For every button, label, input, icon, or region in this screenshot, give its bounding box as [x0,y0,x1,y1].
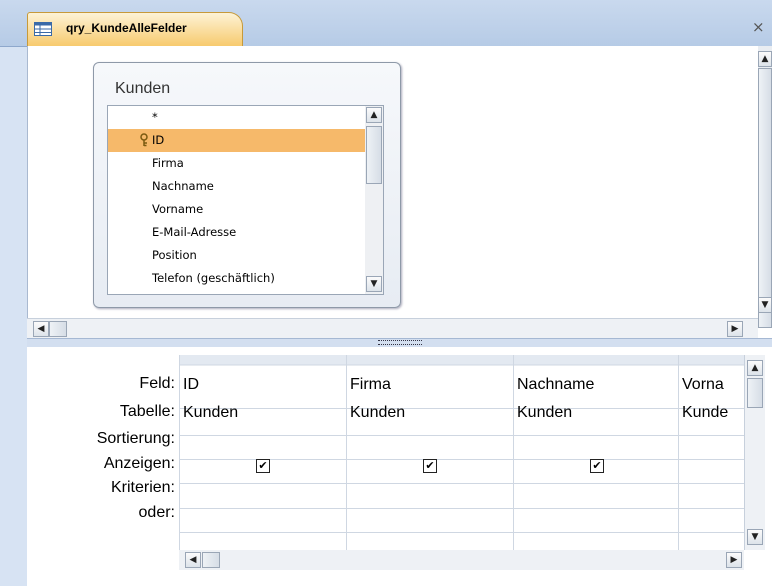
grid-cell-table[interactable]: Kunden [183,404,238,422]
grid-vertical-scrollbar[interactable]: ▲ ▼ [744,355,765,550]
table-box-title: Kunden [115,80,171,97]
field-list-item[interactable]: Telefon (geschäftlich) [108,267,366,290]
scroll-thumb[interactable] [758,68,772,328]
field-list-item-label: Nachname [152,179,214,193]
row-label-field: Feld: [139,375,175,392]
field-list-item[interactable]: Position [108,244,366,267]
scroll-down-icon[interactable]: ▼ [366,276,382,292]
scroll-up-icon[interactable]: ▲ [758,51,772,67]
scroll-down-icon[interactable]: ▼ [747,529,763,545]
query-icon [34,22,52,36]
close-icon[interactable]: × [752,18,765,36]
field-list[interactable]: * ID Firma Nachname Vorname E-Mail-Adresse Pos… [107,105,367,295]
field-list-scrollbar[interactable]: ▲ ▼ [365,105,384,295]
row-label-table: Tabelle: [119,403,175,420]
window-frame [0,0,27,586]
scroll-right-icon[interactable]: ▶ [727,321,743,337]
grid-row-labels: Feld: Tabelle: Sortierung: Anzeigen: Kri… [27,347,175,557]
field-list-item[interactable]: Firma [108,152,366,175]
design-grid-cells[interactable]: ID Kunden ✔ Firma Kunden ✔ Nachname Kunden ✔ Vorn… [179,355,744,550]
field-list-item-label: Firma [152,156,184,170]
row-label-criteria: Kriterien: [110,479,175,496]
tab-title: qry_KundeAlleFelder [66,21,187,35]
field-list-item-label: * [152,110,158,124]
show-checkbox[interactable]: ✔ [423,459,437,473]
scroll-thumb[interactable] [49,321,67,337]
field-list-item[interactable]: Nachname [108,175,366,198]
field-list-item[interactable]: * [108,106,366,129]
scroll-right-icon[interactable]: ▶ [726,552,742,568]
grid-cell-table[interactable]: Kunden [350,404,405,422]
grid-cell-table[interactable]: Kunde [682,404,728,422]
scroll-down-icon[interactable]: ▼ [758,297,772,313]
grid-cell-field[interactable]: ID [183,376,199,394]
scroll-up-icon[interactable]: ▲ [366,107,382,123]
primary-key-icon [140,133,148,147]
scroll-thumb[interactable] [366,126,382,184]
upper-scroll-down[interactable]: ▼ [758,297,772,318]
scroll-up-icon[interactable]: ▲ [747,360,763,376]
show-checkbox[interactable]: ✔ [590,459,604,473]
field-list-item[interactable]: Vorname [108,198,366,221]
field-list-item-label: Position [152,248,197,262]
splitter-grip[interactable] [378,340,422,345]
scroll-thumb[interactable] [747,378,763,408]
field-list-item-label: ID [152,133,165,147]
field-list-item[interactable]: E-Mail-Adresse [108,221,366,244]
scroll-left-icon[interactable]: ◀ [33,321,49,337]
field-list-item-label: Vorname [152,202,204,216]
show-checkbox[interactable]: ✔ [256,459,270,473]
row-label-or: oder: [138,504,175,521]
field-list-item-label: E-Mail-Adresse [152,225,237,239]
grid-horizontal-scrollbar[interactable]: ◀ ▶ [179,550,744,570]
grid-cell-field[interactable]: Nachname [517,376,594,394]
scroll-left-icon[interactable]: ◀ [185,552,201,568]
scroll-thumb[interactable] [202,552,220,568]
grid-cell-field[interactable]: Firma [350,376,391,394]
grid-cell-table[interactable]: Kunden [517,404,572,422]
upper-horizontal-scrollbar[interactable]: ◀ ▶ [27,318,758,339]
grid-cell-field[interactable]: Vorna [682,376,724,394]
field-list-item[interactable]: ID [108,129,366,152]
row-label-show: Anzeigen: [103,455,175,472]
field-list-item-label: Telefon (geschäftlich) [152,271,275,285]
row-label-sort: Sortierung: [96,430,175,447]
upper-vertical-scrollbar[interactable]: ▲ [758,46,772,328]
